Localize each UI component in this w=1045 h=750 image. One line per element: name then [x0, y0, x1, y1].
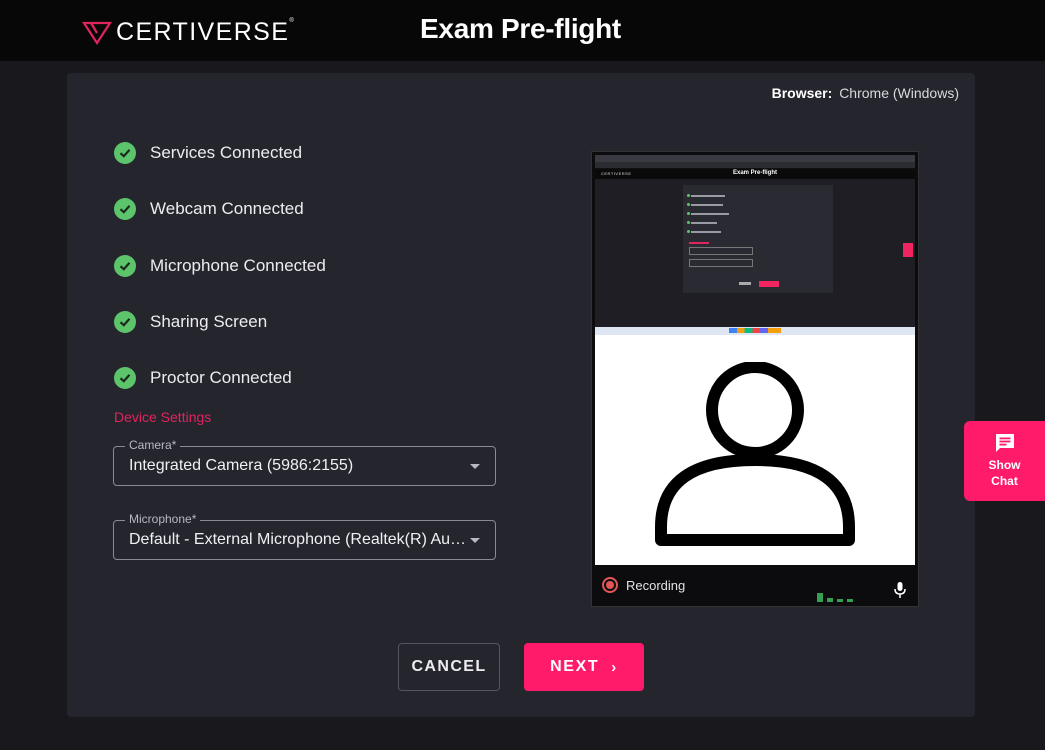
record-icon: [602, 577, 618, 593]
mini-line: [691, 231, 721, 233]
browser-info: Browser: Chrome (Windows): [772, 85, 959, 101]
mini-url-bar: [595, 162, 915, 169]
mini-title: Exam Pre-flight: [732, 170, 777, 176]
chat-label: Show Chat: [989, 457, 1021, 489]
mini-check-icon: [687, 221, 690, 224]
mini-check-icon: [687, 203, 690, 206]
mini-check-icon: [687, 194, 690, 197]
next-label: NEXT: [550, 658, 600, 675]
camera-label: Camera*: [125, 438, 181, 452]
check-item-services: Services Connected: [114, 125, 326, 181]
mic-level-bar: [847, 599, 853, 602]
microphone-select[interactable]: Microphone* Default - External Microphon…: [113, 512, 496, 560]
mini-field: [689, 247, 753, 255]
dropdown-arrow-icon: [470, 538, 480, 543]
chevron-right-icon: ›: [611, 658, 618, 676]
mini-cancel: [739, 282, 751, 285]
check-item-webcam: Webcam Connected: [114, 181, 326, 237]
mini-next: [759, 281, 779, 287]
mini-header: CERTIVERSE Exam Pre-flight: [595, 169, 915, 179]
mini-card: [683, 185, 833, 293]
person-icon: [655, 362, 855, 546]
check-item-proctor: Proctor Connected: [114, 350, 326, 406]
check-label: Microphone Connected: [150, 255, 326, 275]
page-title: Exam Pre-flight: [420, 13, 621, 44]
mic-level-bar: [837, 599, 843, 602]
top-bar: CERTIVERSE® Exam Pre-flight: [0, 0, 1045, 61]
camera-select[interactable]: Camera* Integrated Camera (5986:2155): [113, 438, 496, 486]
mic-level-meter: [817, 593, 853, 602]
mini-taskbar-icons: [729, 328, 781, 333]
mini-field: [689, 259, 753, 267]
browser-label: Browser:: [771, 85, 833, 101]
proctor-preview: CERTIVERSE Exam Pre-flight Recording: [591, 151, 919, 607]
chat-icon: [995, 434, 1014, 452]
check-circle-icon: [114, 198, 136, 221]
mini-line: [691, 213, 729, 215]
cancel-button[interactable]: CANCEL: [398, 643, 500, 691]
screen-share-thumbnail: CERTIVERSE Exam Pre-flight: [595, 155, 915, 327]
mini-chat: [903, 243, 913, 257]
mini-check-icon: [687, 212, 690, 215]
check-circle-icon: [114, 367, 136, 390]
show-chat-button[interactable]: Show Chat: [964, 421, 1045, 501]
check-label: Proctor Connected: [150, 368, 292, 388]
check-label: Services Connected: [150, 143, 303, 163]
browser-value: Chrome (Windows): [839, 85, 959, 101]
mic-level-bar: [827, 598, 833, 602]
camera-value: Integrated Camera (5986:2155): [129, 457, 354, 474]
next-button[interactable]: NEXT ›: [524, 643, 644, 691]
mini-line: [691, 204, 723, 206]
chat-label-line1: Show: [988, 458, 1021, 472]
check-circle-icon: [114, 142, 136, 165]
mini-line: [689, 242, 709, 244]
chat-label-line2: Chat: [991, 474, 1018, 488]
mini-tab-bar: [595, 155, 915, 162]
check-circle-icon: [114, 254, 136, 277]
check-item-microphone: Microphone Connected: [114, 238, 326, 294]
microphone-value: Default - External Microphone (Realtek(R…: [129, 531, 469, 548]
mini-taskbar: [595, 327, 915, 335]
mini-line: [691, 222, 717, 224]
check-list: Services Connected Webcam Connected Micr…: [114, 125, 326, 406]
check-label: Sharing Screen: [150, 312, 268, 332]
microphone-label: Microphone*: [125, 512, 201, 526]
check-circle-icon: [114, 311, 136, 334]
mic-level-bar: [817, 593, 823, 602]
mini-line: [691, 195, 725, 197]
recording-bar: Recording: [595, 565, 915, 605]
mini-check-icon: [687, 230, 690, 233]
device-settings-title: Device Settings: [114, 409, 212, 425]
preflight-card: Browser: Chrome (Windows) Services Conne…: [67, 73, 975, 717]
check-item-screen-share: Sharing Screen: [114, 294, 326, 350]
recording-label: Recording: [626, 578, 686, 593]
check-label: Webcam Connected: [150, 199, 304, 219]
mic-icon: [894, 582, 906, 598]
dropdown-arrow-icon: [470, 464, 480, 469]
webcam-feed: [595, 335, 915, 565]
